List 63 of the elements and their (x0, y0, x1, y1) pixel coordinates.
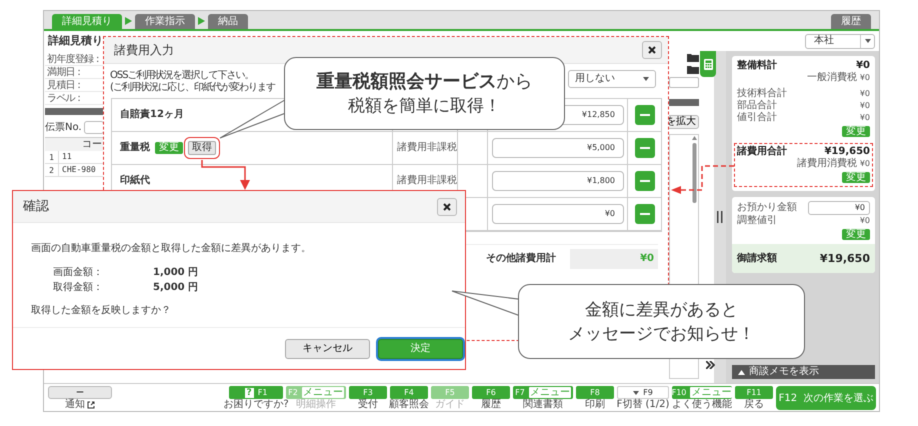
instruction-text: (ご利用状況に応じ、印紙代が変わります (110, 82, 275, 94)
question-text: 取得した金額を反映しますか？ (31, 305, 172, 317)
summary-label: 諸費用合計 (737, 146, 787, 158)
menu-badge: メニュー (528, 387, 571, 398)
dialog-title: 諸費用入力 (114, 42, 174, 58)
function-key-label: お困りですか? (223, 399, 289, 411)
callout-text: 重量税額照会サービスから (316, 70, 532, 94)
summary-value: ¥0 (860, 159, 870, 169)
tax-type: 諸費用非課税 (397, 142, 457, 154)
summary-value: ¥19,650 (820, 252, 870, 266)
fee-label: 自賠責12ヶ月 (120, 109, 184, 121)
summary-label: 御請求額 (737, 252, 777, 265)
instruction-text: OSSご利用状況を選択して下さい。 (110, 70, 255, 82)
callout-text: メッセージでお知らせ！ (568, 322, 755, 346)
row-number: 1 (45, 151, 59, 163)
menu-badge: メニュー (302, 387, 344, 398)
amount-value: 5,000 円 (153, 281, 198, 295)
function-key-label: 明細操作 (296, 399, 336, 411)
total-value: ¥0 (570, 249, 658, 269)
summary-label: 部品合計 (737, 100, 777, 112)
dialog-title: 確認 (23, 198, 49, 214)
summary-value: ¥19,650 (824, 146, 870, 158)
function-key-label: 受付 (358, 399, 378, 411)
function-key-label: 履歴 (481, 399, 501, 411)
function-key-label: ガイド (435, 399, 465, 411)
fee-label: 重量税 (120, 142, 150, 154)
summary-value: ¥0 (860, 89, 870, 99)
summary-label: 調整値引 (737, 215, 777, 227)
message-text: 画面の自動車重量税の金額と取得した金額に差異があります。 (31, 243, 312, 255)
amount-value: 1,000 円 (153, 266, 198, 280)
menu-badge: メニュー (690, 387, 732, 398)
help-icon: ? (244, 388, 254, 398)
summary-label: お預かり金額 (737, 202, 797, 214)
function-key-label: 印刷 (585, 399, 605, 411)
column-header: コー (45, 138, 104, 151)
table-cell-text: CHE-980 (61, 165, 96, 175)
summary-label: 技術料合計 (737, 88, 787, 100)
table-cell-text: 11 (61, 152, 72, 162)
function-key-label: よく使う機能 (672, 399, 732, 411)
fee-label: 印紙代 (120, 175, 150, 187)
function-key-label: 顧客照会 (389, 399, 429, 411)
row-number: 2 (45, 164, 59, 176)
tax-type: 諸費用非課税 (397, 175, 457, 187)
function-key-label: F切替 (1/2) (616, 399, 670, 411)
summary-value: ¥0 (860, 73, 870, 83)
summary-value: ¥0 (856, 60, 870, 72)
callout-text: 金額に差異があると (585, 298, 738, 322)
total-label: その他諸費用計 (486, 253, 556, 265)
function-key-label: 通知 (65, 399, 85, 411)
page-title: 詳細見積り (48, 34, 103, 48)
field-label: 伝票No. (45, 122, 82, 134)
function-key-label: 関連書類 (523, 399, 563, 411)
callout-text: 税額を簡単に取得！ (348, 94, 501, 118)
summary-label: 値引合計 (737, 112, 777, 124)
amount-label: 取得金額： (53, 280, 104, 295)
amount-label: 画面金額： (53, 266, 104, 280)
summary-label: 諸費用消費税 (796, 158, 857, 170)
summary-value: ¥0 (860, 113, 870, 123)
summary-label: 一般消費税 (806, 72, 857, 84)
summary-label: 整備料計 (737, 60, 777, 72)
summary-value: ¥0 (860, 101, 870, 111)
function-key-label: 戻る (744, 399, 764, 411)
summary-value: ¥0 (860, 216, 870, 226)
